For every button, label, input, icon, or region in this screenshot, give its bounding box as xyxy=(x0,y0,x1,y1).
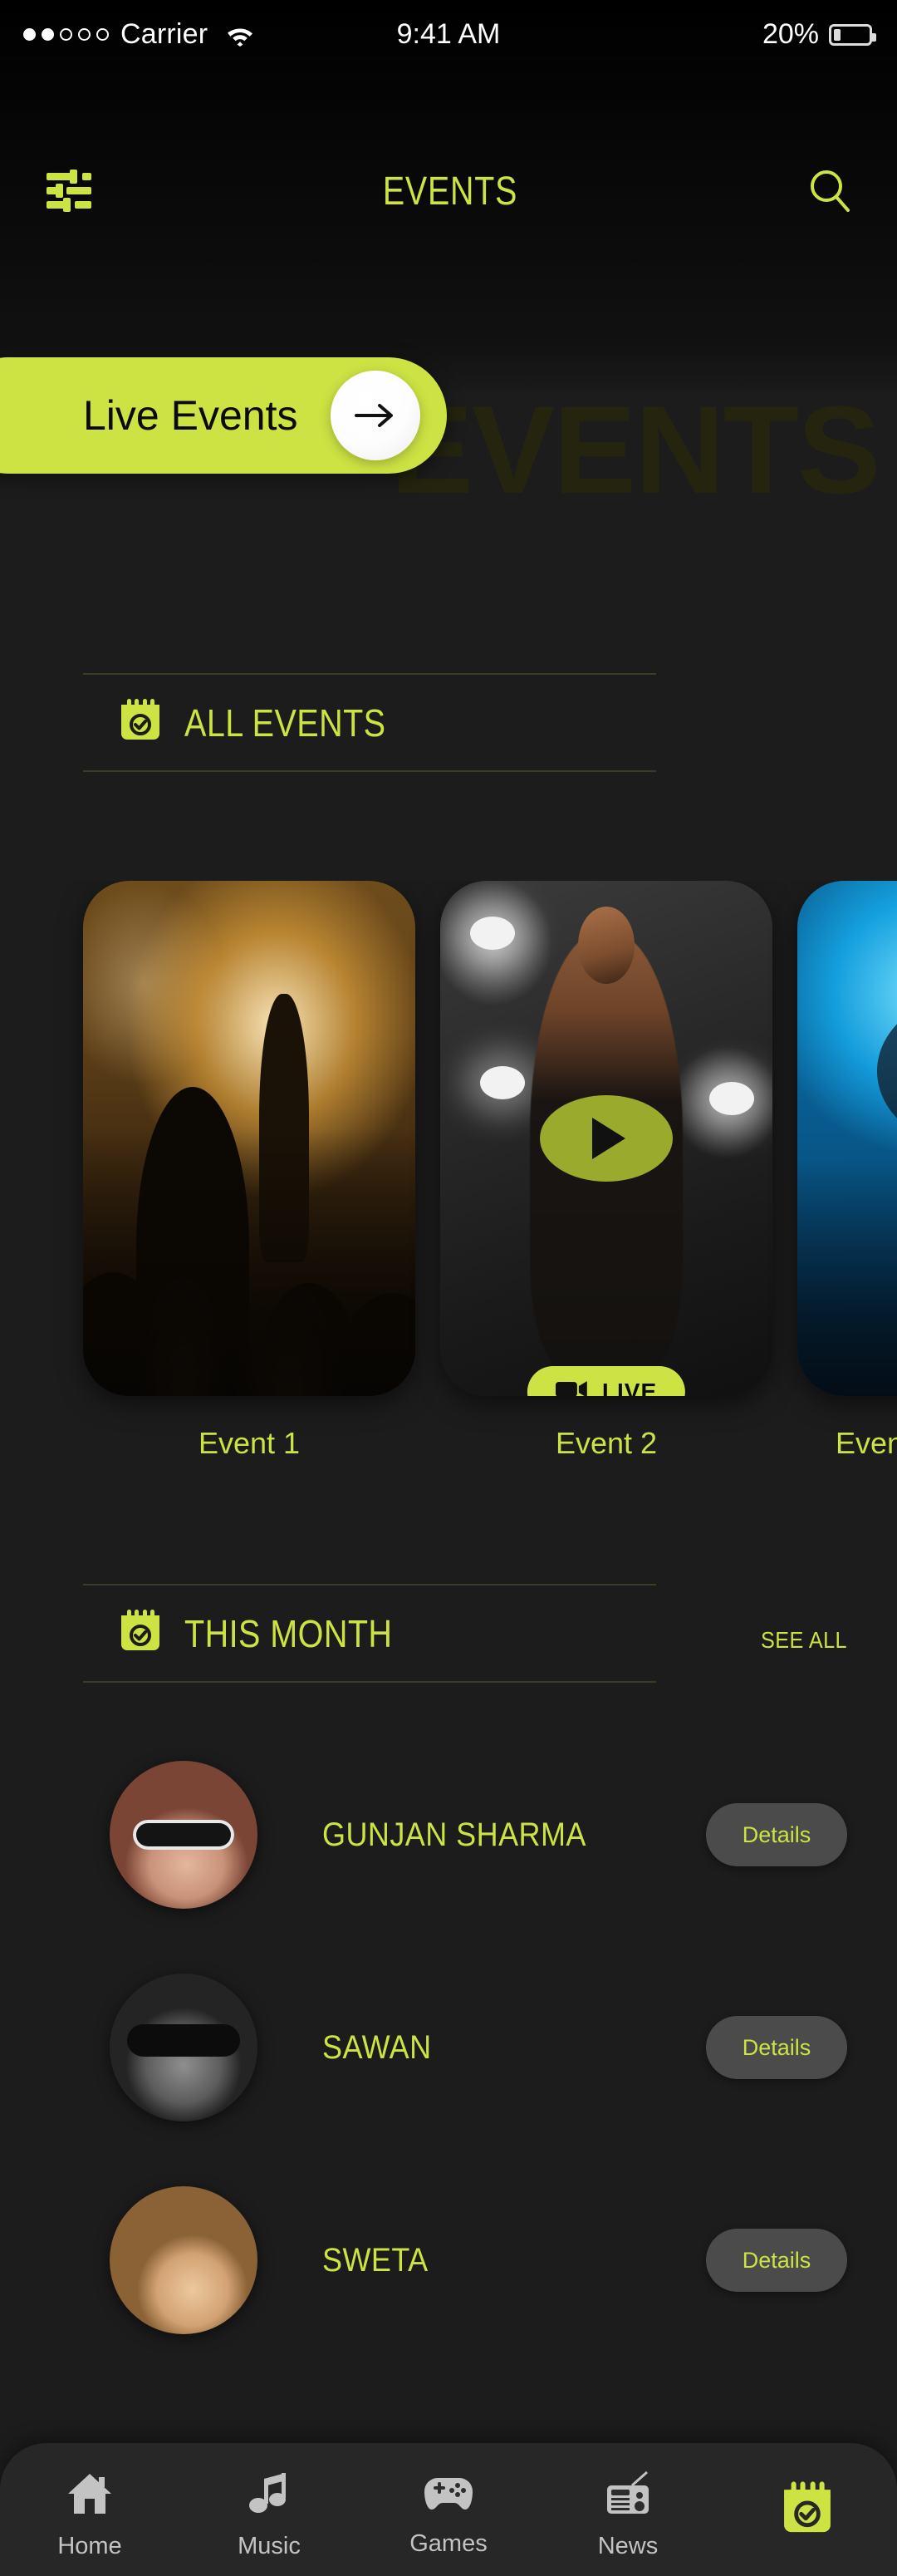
radio-icon xyxy=(604,2470,652,2521)
event-card-image xyxy=(797,881,897,1396)
nav-item-music[interactable]: Music xyxy=(179,2459,359,2560)
section-title: ALL EVENTS xyxy=(184,701,386,745)
nav-item-news[interactable]: News xyxy=(538,2459,718,2560)
nav-item-home[interactable]: Home xyxy=(0,2459,179,2560)
event-cards-carousel[interactable]: Event 1 LIVE Event 2 Even xyxy=(0,881,897,1537)
section-this-month: THIS MONTH xyxy=(83,1584,656,1683)
event-card-image: LIVE xyxy=(440,881,772,1396)
list-item[interactable]: GUNJAN SHARMA Details xyxy=(0,1728,897,1941)
avatar xyxy=(110,2186,257,2334)
music-note-icon xyxy=(246,2470,292,2521)
page-title: EVENTS xyxy=(382,169,518,214)
section-divider-bottom xyxy=(83,770,656,772)
app-header: EVENTS xyxy=(0,141,897,241)
nav-item-games[interactable]: Games xyxy=(359,2461,538,2558)
list-item[interactable]: SAWAN Details xyxy=(0,1941,897,2154)
calendar-check-icon xyxy=(780,2480,835,2540)
hero-watermark: EVENTS xyxy=(390,380,880,519)
nav-label: Home xyxy=(57,2533,122,2559)
section-title: THIS MONTH xyxy=(184,1611,393,1655)
event-card-image xyxy=(83,881,415,1396)
avatar xyxy=(110,1761,257,1909)
artist-list: GUNJAN SHARMA Details SAWAN Details SWET… xyxy=(0,1728,897,2367)
calendar-check-icon xyxy=(118,698,163,747)
play-icon[interactable] xyxy=(540,1095,673,1182)
home-icon xyxy=(65,2470,115,2521)
status-bar: Carrier 9:41 AM 20% xyxy=(0,0,897,80)
event-card[interactable]: Event 3 xyxy=(797,881,897,1461)
calendar-check-icon xyxy=(118,1609,163,1658)
avatar xyxy=(110,1974,257,2121)
event-card-label: Event 2 xyxy=(555,1426,658,1460)
gamepad-icon xyxy=(423,2473,474,2519)
artist-name: SAWAN xyxy=(322,2028,432,2066)
see-all-link[interactable]: SEE ALL xyxy=(761,1627,847,1654)
event-card-label: Event 3 xyxy=(836,1426,897,1460)
app-screen: Carrier 9:41 AM 20% EVENTS EVENTS Live E… xyxy=(0,0,897,2576)
section-header-row: THIS MONTH xyxy=(83,1585,656,1681)
nav-label: Music xyxy=(238,2533,301,2559)
artist-name: GUNJAN SHARMA xyxy=(322,1816,586,1853)
event-card[interactable]: LIVE Event 2 xyxy=(440,881,772,1461)
search-icon[interactable] xyxy=(807,168,852,214)
section-header-row: ALL EVENTS xyxy=(83,675,656,770)
section-divider-bottom xyxy=(83,1681,656,1683)
battery-icon xyxy=(829,23,876,46)
details-button[interactable]: Details xyxy=(706,1803,847,1866)
nav-item-events[interactable] xyxy=(718,2468,897,2552)
live-events-button[interactable]: Live Events xyxy=(0,357,447,474)
event-card-label: Event 1 xyxy=(198,1426,301,1460)
live-events-label: Live Events xyxy=(83,392,298,439)
nav-label: News xyxy=(597,2533,659,2559)
artist-name: SWETA xyxy=(322,2241,429,2279)
video-camera-icon xyxy=(555,1379,587,1396)
battery-percent-label: 20% xyxy=(762,18,819,50)
event-card[interactable]: Event 1 xyxy=(83,881,415,1461)
details-button[interactable]: Details xyxy=(706,2016,847,2079)
nav-label: Games xyxy=(409,2530,488,2557)
status-bar-right: 20% xyxy=(762,18,876,51)
filter-sliders-icon[interactable] xyxy=(45,170,93,213)
list-item[interactable]: SWETA Details xyxy=(0,2154,897,2367)
bottom-navigation: Home Music Games News xyxy=(0,2443,897,2576)
live-badge[interactable]: LIVE xyxy=(527,1366,686,1396)
details-button[interactable]: Details xyxy=(706,2229,847,2292)
live-badge-label: LIVE xyxy=(601,1379,658,1396)
section-all-events: ALL EVENTS xyxy=(83,673,656,772)
arrow-right-icon[interactable] xyxy=(331,371,420,460)
